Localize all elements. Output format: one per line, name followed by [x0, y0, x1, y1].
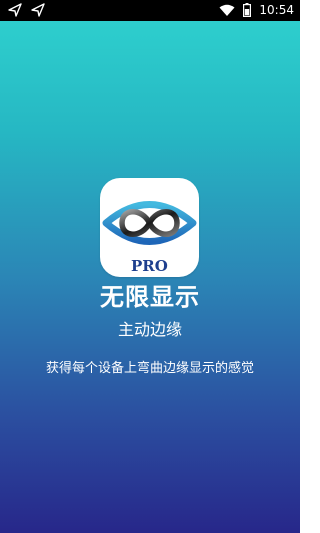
- status-time: 10:54: [259, 3, 294, 17]
- send-icon: [8, 3, 22, 17]
- status-notification-icons: [8, 3, 45, 17]
- pro-badge: PRO: [131, 257, 168, 275]
- infinity-eye-icon: PRO: [100, 178, 199, 277]
- app-subtitle: 主动边缘: [117, 320, 182, 339]
- splash-screen: 10:54 PRO 无限显示 主动边缘 获得每个设备上弯曲边缘显示的感觉: [0, 0, 300, 533]
- status-bar: 10:54: [0, 0, 300, 21]
- app-logo: PRO: [100, 178, 199, 277]
- app-title: 无限显示: [100, 283, 200, 311]
- wifi-icon: [219, 4, 235, 16]
- send-icon: [31, 3, 45, 17]
- status-system-icons: 10:54: [219, 2, 294, 18]
- app-tagline: 获得每个设备上弯曲边缘显示的感觉: [45, 361, 254, 376]
- battery-icon: [243, 3, 252, 17]
